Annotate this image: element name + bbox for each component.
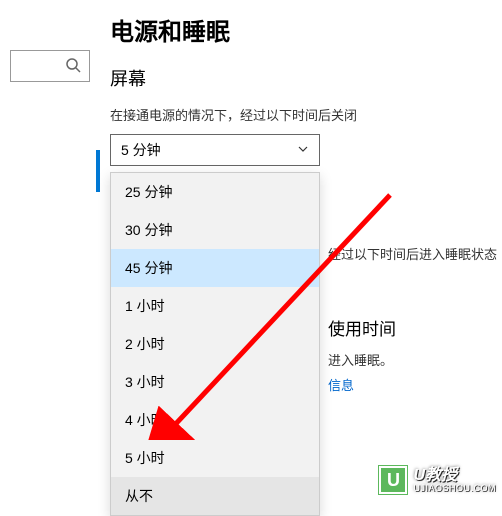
search-icon <box>65 57 81 76</box>
screen-off-label: 在接通电源的情况下，经过以下时间后关闭 <box>110 105 482 124</box>
dropdown-selected-value: 5 分钟 <box>121 140 161 160</box>
dropdown-option[interactable]: 25 分钟 <box>111 173 319 211</box>
dropdown-option[interactable]: 1 小时 <box>111 287 319 325</box>
dropdown-option[interactable]: 2 小时 <box>111 325 319 363</box>
sleep-timeout-label: 经过以下时间后进入睡眠状态 <box>328 244 497 263</box>
dropdown-option[interactable]: 5 小时 <box>111 439 319 477</box>
info-block: 使用时间 进入睡眠。 信息 <box>328 315 396 394</box>
info-text: 进入睡眠。 <box>328 350 396 369</box>
screen-timeout-dropdown[interactable]: 5 分钟 <box>110 134 320 166</box>
watermark-logo: U <box>379 466 407 494</box>
dropdown-option[interactable]: 30 分钟 <box>111 211 319 249</box>
dropdown-option[interactable]: 4 小时 <box>111 401 319 439</box>
main-content: 电源和睡眠 屏幕 在接通电源的情况下，经过以下时间后关闭 5 分钟 <box>110 0 502 166</box>
watermark-logo-letter: U <box>387 470 400 491</box>
dropdown-option[interactable]: 3 小时 <box>111 363 319 401</box>
watermark: U U教授 UJIAOSHOU.COM <box>379 466 496 494</box>
page-title: 电源和睡眠 <box>110 12 482 47</box>
watermark-brand: U教授 <box>413 468 496 484</box>
timeout-dropdown-list[interactable]: 25 分钟30 分钟45 分钟1 小时2 小时3 小时4 小时5 小时从不 <box>110 172 320 516</box>
info-link[interactable]: 信息 <box>328 375 396 394</box>
dropdown-option[interactable]: 45 分钟 <box>111 249 319 287</box>
section-screen-title: 屏幕 <box>110 65 482 91</box>
search-input[interactable] <box>10 50 90 82</box>
dropdown-option[interactable]: 从不 <box>111 477 319 515</box>
left-rail <box>0 0 100 502</box>
watermark-text: U教授 UJIAOSHOU.COM <box>413 468 496 493</box>
nav-active-indicator <box>96 150 100 192</box>
watermark-url: UJIAOSHOU.COM <box>413 484 496 493</box>
chevron-down-icon <box>297 142 309 158</box>
info-title: 使用时间 <box>328 315 396 340</box>
